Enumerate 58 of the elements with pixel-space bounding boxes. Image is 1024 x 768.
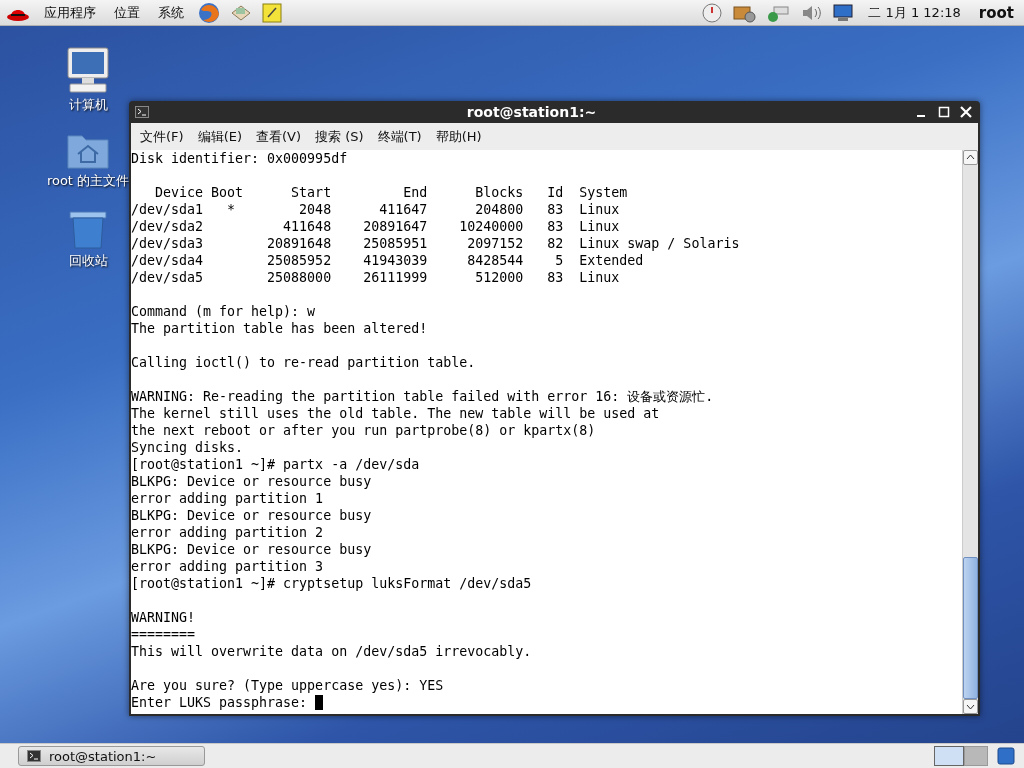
terminal-icon (135, 106, 149, 118)
panel-menu[interactable]: 位置 (110, 3, 144, 22)
terminal-line: /dev/sda4 25085952 41943039 8428544 5 Extended (131, 252, 644, 269)
terminal-line: error adding partition 2 (131, 524, 324, 541)
menu-item[interactable]: 搜索 (S) (310, 125, 369, 148)
terminal-icon (27, 750, 41, 762)
close-icon[interactable] (958, 104, 974, 120)
terminal-line: /dev/sda2 411648 20891647 10240000 83 Linux (131, 218, 620, 235)
menu-item[interactable]: 文件(F) (135, 125, 189, 148)
terminal-line: Enter LUKS passphrase: (131, 694, 308, 711)
terminal-line: BLKPG: Device or resource busy (131, 507, 372, 524)
terminal-line: the next reboot or after you run partprobe(8) or kpartx(8) (131, 422, 596, 439)
maximize-icon[interactable] (936, 104, 952, 120)
menu-item[interactable]: 编辑(E) (192, 125, 247, 148)
computer-icon (64, 46, 112, 94)
cursor (315, 695, 324, 710)
window-title: root@station1:~ (465, 104, 598, 120)
desktop-icon-label[interactable]: root 的主文件 (46, 172, 130, 190)
workspace-switcher[interactable] (934, 746, 988, 766)
terminal-line: BLKPG: Device or resource busy (131, 541, 372, 558)
terminal-line: /dev/sda3 20891648 25085951 2097152 82 Linux swap / Solaris (131, 235, 740, 252)
clock-icon[interactable] (702, 2, 723, 23)
terminal-line: /dev/sda1 * 2048 411647 204800 83 Linux (131, 201, 620, 218)
terminal-line: Disk identifier: 0x000995df (131, 150, 348, 167)
terminal-line: WARNING: Re-reading the partition table failed with error 16: 设备或资源忙. (131, 388, 714, 405)
terminal-line: The partition table has been altered! (131, 320, 428, 337)
panel-menu[interactable]: 系统 (154, 3, 188, 22)
terminal-line: [root@station1 ~]# cryptsetup luksFormat /dev/sda5 (131, 575, 532, 592)
terminal-line: Calling ioctl() to re-read partition table. (131, 354, 476, 371)
panel-menu[interactable]: 应用程序 (40, 3, 100, 22)
desktop-icon-label[interactable]: 回收站 (68, 252, 108, 270)
globe-icon[interactable] (198, 1, 220, 24)
monitor-icon[interactable] (832, 2, 855, 23)
terminal-line: Syncing disks. (131, 439, 244, 456)
desktop-icon-label[interactable]: 计算机 (68, 96, 108, 114)
terminal-line: ======== (131, 626, 196, 643)
user-name[interactable]: root (974, 3, 1018, 22)
notepad-icon[interactable] (262, 2, 282, 23)
terminal-line: The kernel still uses the old table. The new table will be used at (131, 405, 660, 422)
menu-item[interactable]: 帮助(H) (430, 125, 487, 148)
terminal-line: Are you sure? (Type uppercase yes): YES (131, 677, 444, 694)
terminal-line: [root@station1 ~]# partx -a /dev/sda (131, 456, 420, 473)
terminal-line: Device Boot Start End Blocks Id System (154, 184, 628, 201)
terminal-line: error adding partition 1 (131, 490, 324, 507)
scrollbar[interactable] (962, 150, 978, 714)
menu-item[interactable]: 终端(T) (372, 125, 427, 148)
terminal-line: This will overwrite data on /dev/sda5 irrevocably. (131, 643, 532, 660)
scroll-down-icon[interactable] (963, 699, 978, 714)
terminal-line: /dev/sda5 25088000 26111999 512000 83 Linux (131, 269, 620, 286)
terminal-line: Command (m for help): w (131, 303, 316, 320)
panel-clock[interactable]: 二 1月 1 12:18 (864, 3, 965, 22)
scrollbar-thumb[interactable] (963, 557, 978, 699)
terminal-line: error adding partition 3 (131, 558, 324, 575)
taskbar-button[interactable]: root@station1:~ (18, 746, 205, 766)
menu-item[interactable]: 查看(V) (251, 125, 307, 148)
terminal-line: WARNING! (131, 609, 196, 626)
terminal-line: BLKPG: Device or resource busy (131, 473, 372, 490)
scroll-up-icon[interactable] (963, 150, 978, 165)
